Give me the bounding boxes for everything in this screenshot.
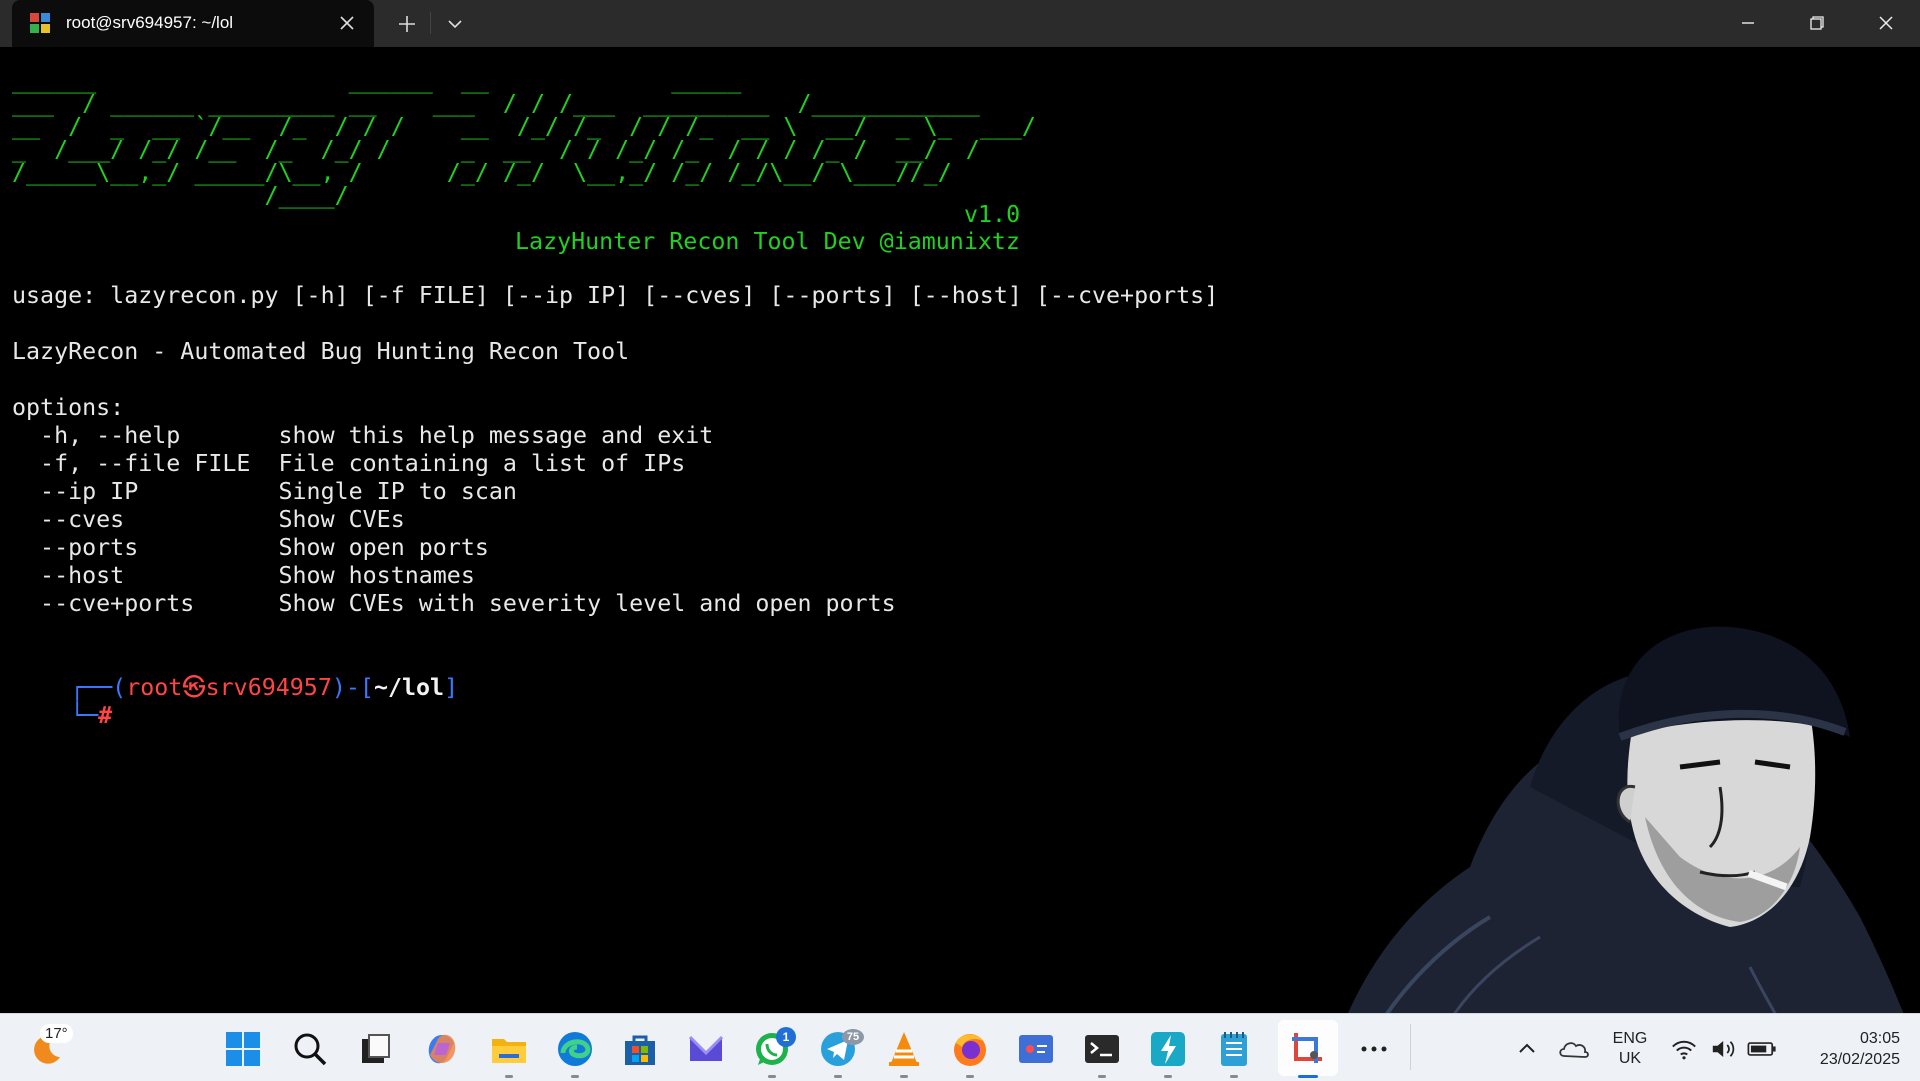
- tab-title: root@srv694957: ~/lol: [66, 13, 234, 32]
- tab-app-icon: [30, 13, 50, 33]
- prompt-input-line[interactable]: └─#: [14, 674, 112, 758]
- volume-icon[interactable]: [1708, 1029, 1740, 1069]
- option-row: -h, --help show this help message and ex…: [12, 422, 713, 450]
- option-flag: --ip IP: [12, 478, 279, 505]
- title-bar: root@srv694957: ~/lol: [0, 0, 1920, 47]
- snipping-tool-icon[interactable]: [1288, 1029, 1328, 1069]
- options-header: options:: [12, 394, 125, 421]
- terminal-output[interactable]: ______ ______ __ _____ ___ / ______ _____…: [0, 47, 1920, 1013]
- wifi-icon[interactable]: [1668, 1029, 1700, 1069]
- active-indicator: [1298, 1075, 1318, 1078]
- minimize-icon[interactable]: [1714, 0, 1782, 47]
- taskbar-separator: [1410, 1024, 1411, 1070]
- file-explorer-icon[interactable]: [489, 1029, 529, 1069]
- language-code: ENG: [1612, 1030, 1648, 1047]
- telegram-badge: 75: [842, 1029, 864, 1045]
- prompt-at-symbol: ㉿: [182, 674, 206, 701]
- version-label: v1.0: [964, 201, 1021, 228]
- running-indicator: [1164, 1075, 1172, 1078]
- windows-start-icon[interactable]: [223, 1029, 263, 1069]
- option-flag: -h, --help: [12, 422, 279, 449]
- clock[interactable]: 03:05 23/02/2025: [1790, 1028, 1900, 1070]
- description-line: LazyRecon - Automated Bug Hunting Recon …: [12, 338, 630, 365]
- power-automate-icon[interactable]: [1148, 1029, 1188, 1069]
- option-row: --ports Show open ports: [12, 534, 489, 562]
- running-indicator: [571, 1075, 579, 1078]
- whatsapp-badge: 1: [776, 1027, 796, 1047]
- weather-temperature[interactable]: 17°: [40, 1024, 73, 1043]
- microsoft-store-icon[interactable]: [620, 1029, 660, 1069]
- option-row: --ip IP Single IP to scan: [12, 478, 517, 506]
- running-indicator: [834, 1075, 842, 1078]
- option-description: show this help message and exit: [278, 422, 714, 449]
- mail-icon[interactable]: [686, 1029, 726, 1069]
- vlc-icon[interactable]: [884, 1029, 924, 1069]
- prompt-path: ~/lol: [373, 674, 445, 701]
- ascii-banner-line: /____/: [12, 182, 349, 209]
- prompt-user: root: [126, 674, 183, 701]
- option-flag: --host: [12, 562, 279, 589]
- onedrive-icon[interactable]: [1555, 1029, 1595, 1069]
- chevron-up-icon[interactable]: [1507, 1029, 1547, 1069]
- option-flag: --cves: [12, 506, 279, 533]
- option-description: Show CVEs with severity level and open p…: [278, 590, 896, 617]
- prompt-hash: #: [98, 702, 113, 729]
- option-row: --cve+ports Show CVEs with severity leve…: [12, 590, 896, 618]
- clock-time: 03:05: [1859, 1030, 1900, 1047]
- chevron-down-icon[interactable]: [440, 9, 470, 39]
- tab-close-icon[interactable]: [334, 10, 360, 36]
- hacker-illustration: [1348, 626, 1904, 1013]
- option-flag: --ports: [12, 534, 279, 561]
- prompt-mid: )-[: [331, 674, 374, 701]
- firefox-icon[interactable]: [950, 1029, 990, 1069]
- option-description: Single IP to scan: [278, 478, 517, 505]
- running-indicator: [768, 1075, 776, 1078]
- close-window-icon[interactable]: [1852, 0, 1920, 47]
- terminal-icon[interactable]: [1082, 1029, 1122, 1069]
- prompt-close: ]: [444, 674, 459, 701]
- prompt-host: srv694957: [205, 674, 332, 701]
- option-row: --host Show hostnames: [12, 562, 475, 590]
- running-indicator: [966, 1075, 974, 1078]
- screen-recorder-icon[interactable]: [1016, 1029, 1056, 1069]
- prompt-corner-bottom: └─: [70, 702, 99, 729]
- running-indicator: [505, 1075, 513, 1078]
- notepad-icon[interactable]: [1214, 1029, 1254, 1069]
- new-tab-plus-icon[interactable]: [392, 9, 422, 39]
- option-description: Show open ports: [278, 534, 489, 561]
- language-indicator[interactable]: ENG UK: [1610, 1029, 1650, 1069]
- option-description: File containing a list of IPs: [278, 450, 686, 477]
- running-indicator: [900, 1075, 908, 1078]
- restore-icon[interactable]: [1782, 0, 1850, 47]
- usage-line: usage: lazyrecon.py [-h] [-f FILE] [--ip…: [12, 282, 1219, 309]
- option-flag: --cve+ports: [12, 590, 279, 617]
- running-indicator: [1098, 1075, 1106, 1078]
- more-icon[interactable]: [1354, 1029, 1394, 1069]
- option-row: --cves Show CVEs: [12, 506, 405, 534]
- keyboard-layout: UK: [1618, 1050, 1642, 1067]
- credit-line: LazyHunter Recon Tool Dev @iamunixtz: [515, 228, 1020, 255]
- battery-icon[interactable]: [1745, 1029, 1779, 1069]
- taskbar: 17° 1 75 ENG UK 03:05 23/02/2025: [0, 1013, 1920, 1081]
- copilot-icon[interactable]: [422, 1029, 462, 1069]
- tab-separator: [430, 12, 431, 34]
- option-description: Show hostnames: [278, 562, 475, 589]
- option-row: -f, --file FILE File containing a list o…: [12, 450, 685, 478]
- task-view-icon[interactable]: [356, 1029, 396, 1069]
- option-flag: -f, --file FILE: [12, 450, 279, 477]
- option-description: Show CVEs: [278, 506, 405, 533]
- edge-icon[interactable]: [555, 1029, 595, 1069]
- running-indicator: [1230, 1075, 1238, 1078]
- search-icon[interactable]: [290, 1029, 330, 1069]
- clock-date: 23/02/2025: [1819, 1051, 1900, 1068]
- terminal-tab[interactable]: root@srv694957: ~/lol: [12, 0, 374, 47]
